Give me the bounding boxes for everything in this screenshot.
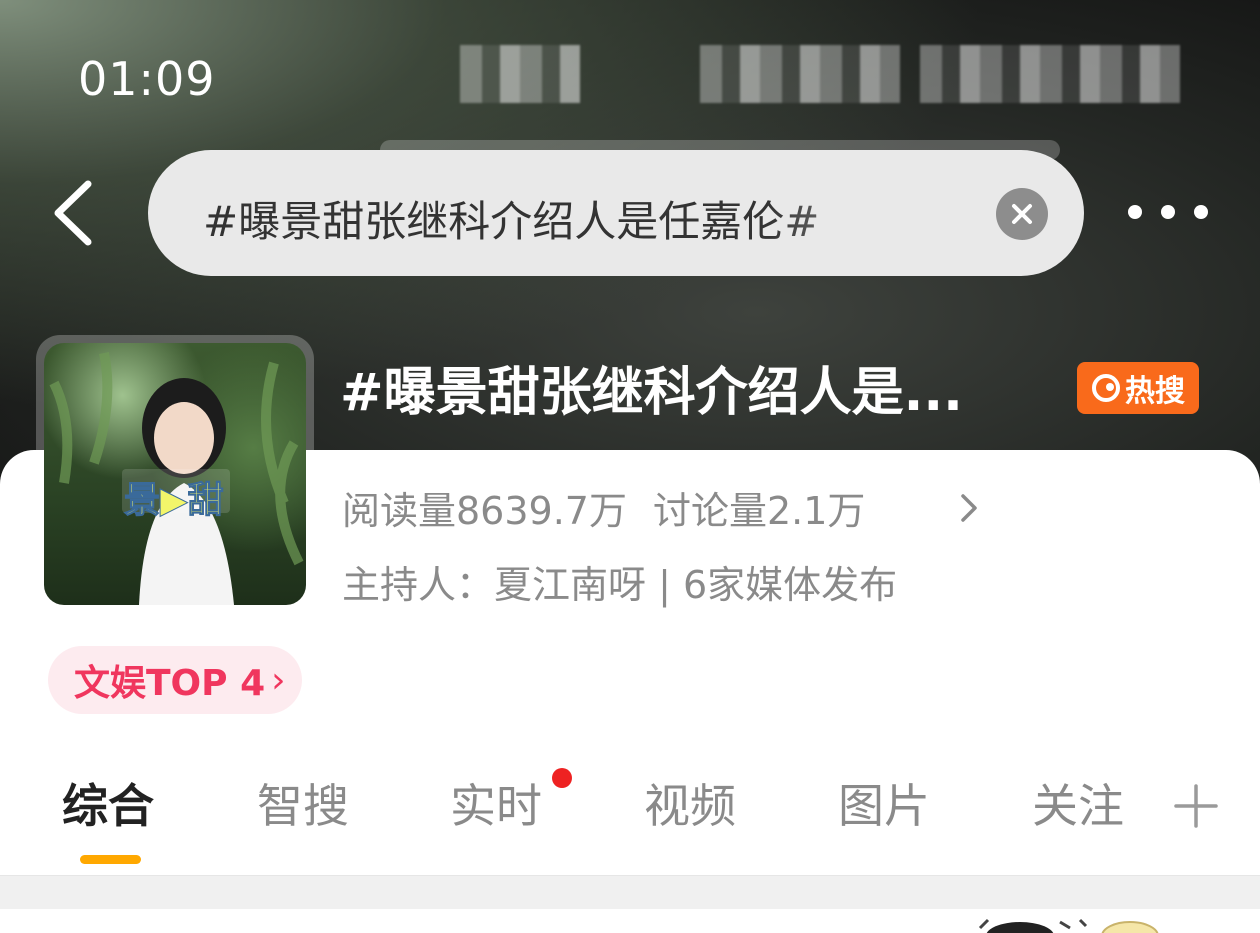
more-icon-dot — [1194, 205, 1208, 219]
tab-smart-search[interactable]: 智搜 — [257, 770, 349, 836]
tab-following[interactable]: 关注 — [1032, 770, 1124, 836]
search-text-fade — [768, 180, 948, 250]
tab-bar: 综合 智搜 实时 视频 图片 关注 — [0, 770, 1260, 850]
clear-search-button[interactable] — [996, 188, 1048, 240]
hot-badge-label: 热搜 — [1125, 374, 1185, 409]
tab-video[interactable]: 视频 — [644, 770, 736, 836]
feed-item-peek-illustration — [978, 918, 1159, 933]
tab-comprehensive[interactable]: 综合 — [62, 770, 154, 836]
topic-host-line[interactable]: 主持人：夏江南呀 | 6家媒体发布 — [342, 554, 897, 609]
thumbnail-image: 景▶甜 — [44, 343, 306, 605]
topic-title: #曝景甜张继科介绍人是... — [340, 363, 963, 423]
more-icon-dot — [1161, 205, 1175, 219]
status-bar-blurred-area — [700, 45, 900, 103]
discussion-count: 讨论量2.1万 — [652, 489, 866, 533]
thumbnail-caption: 景▶甜 — [124, 480, 225, 522]
back-arrow-icon — [54, 180, 92, 246]
hot-flame-icon — [1092, 374, 1120, 402]
hot-search-badge[interactable]: 热搜 — [1077, 362, 1199, 414]
rank-label: 文娱TOP 4 — [74, 663, 266, 704]
entertainment-rank-pill[interactable]: 文娱TOP 4 › — [48, 646, 302, 714]
chevron-right-icon: › — [271, 659, 286, 701]
status-bar-blurred-area — [920, 45, 1180, 103]
status-bar-time: 01:09 — [78, 52, 216, 106]
more-icon — [1128, 205, 1142, 219]
section-divider — [0, 875, 1260, 909]
read-count: 阅读量8639.7万 — [342, 489, 627, 533]
chevron-right-icon[interactable] — [955, 490, 983, 526]
topic-thumbnail[interactable]: 景▶甜 — [36, 335, 314, 613]
plus-icon[interactable] — [1172, 782, 1220, 830]
search-bar[interactable]: #曝景甜张继科介绍人是任嘉伦# — [148, 150, 1084, 276]
status-bar-blurred-area — [460, 45, 580, 103]
topic-stats[interactable]: 阅读量8639.7万 讨论量2.1万 — [342, 480, 865, 535]
tab-images[interactable]: 图片 — [838, 770, 930, 836]
back-button[interactable] — [48, 178, 108, 248]
clear-icon — [1012, 204, 1032, 224]
tab-realtime[interactable]: 实时 — [450, 770, 542, 836]
active-tab-indicator — [80, 855, 141, 864]
realtime-notification-dot — [552, 768, 572, 788]
more-button[interactable] — [1128, 198, 1208, 226]
